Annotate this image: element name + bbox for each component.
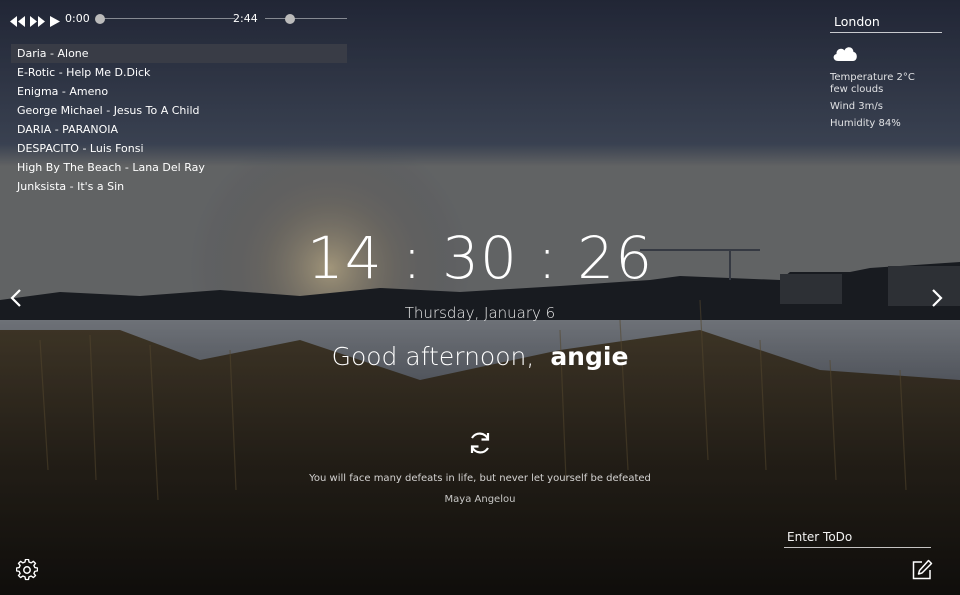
playlist-item[interactable]: Enigma - Ameno [11,82,347,101]
refresh-icon[interactable] [467,430,493,460]
greeting-text: Good afternoon, [331,342,535,371]
playlist-item[interactable]: George Michael - Jesus To A Child [11,101,347,120]
progress-handle[interactable] [95,14,105,24]
volume-handle[interactable] [284,14,295,24]
humidity: Humidity 84% [830,118,901,129]
rewind-icon[interactable] [10,12,25,31]
progress-bar[interactable] [100,18,235,19]
current-time: 0:00 [65,12,90,25]
playlist-item[interactable]: DARIA - PARANOIA [11,120,347,139]
wind: Wind 3m/s [830,101,883,112]
playlist-item[interactable]: E-Rotic - Help Me D.Dick [11,63,347,82]
city-input[interactable]: London [830,14,942,33]
playlist-item[interactable]: DESPACITO - Luis Fonsi [11,139,347,158]
play-icon[interactable] [50,12,60,31]
name-input[interactable]: angie [550,342,628,371]
playlist-item[interactable]: Daria - Alone [11,44,347,63]
playlist: Daria - Alone E-Rotic - Help Me D.Dick Eni… [11,44,347,196]
greeting: Good afternoon, angie [0,342,960,371]
clock: 14 : 30 : 26 [306,224,654,292]
quote-author: Maya Angelou [444,494,516,505]
temperature: Temperature 2°C [830,72,915,83]
weather-widget: London Temperature 2°C few clouds Wind 3… [830,14,942,129]
weather-description: few clouds [830,84,884,95]
app-root: 0:00 2:44 Daria - Alone E-Rotic - Help Me… [0,0,960,595]
fast-forward-icon[interactable] [30,12,45,31]
playlist-item[interactable]: Junksista - It's a Sin [11,177,347,196]
todo-input[interactable] [784,530,931,548]
volume-bar[interactable] [265,18,347,19]
gear-icon[interactable] [15,558,39,585]
quote-text: You will face many defeats in life, but … [309,473,651,484]
edit-icon[interactable] [911,559,933,585]
audio-player: 0:00 2:44 [10,10,350,28]
playlist-item[interactable]: High By The Beach - Lana Del Ray [11,158,347,177]
duration: 2:44 [233,12,258,25]
date: Thursday, January 6 [404,304,556,322]
cloud-icon [832,44,858,66]
